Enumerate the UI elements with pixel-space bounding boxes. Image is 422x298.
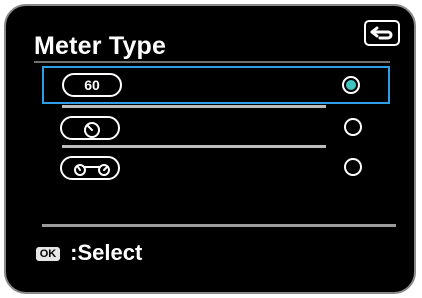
title-divider bbox=[34, 61, 390, 63]
meter-numeric-icon: 60 bbox=[62, 73, 122, 97]
ok-button-icon: OK bbox=[36, 247, 60, 262]
menu-title: Meter Type bbox=[34, 32, 167, 60]
row-divider bbox=[62, 145, 326, 148]
back-return-icon bbox=[370, 26, 393, 40]
footer-divider bbox=[42, 224, 396, 227]
meter-option-dual[interactable] bbox=[42, 150, 390, 188]
meter-option-numeric[interactable]: 60 bbox=[42, 66, 390, 104]
footer-hint: OK :Select bbox=[36, 240, 142, 266]
meter-analog-gauge-icon bbox=[60, 116, 120, 140]
select-label: :Select bbox=[70, 240, 143, 265]
row-divider bbox=[62, 105, 326, 108]
back-button[interactable] bbox=[364, 20, 400, 46]
meter-dual-gauge-icon bbox=[60, 156, 120, 180]
radio-unselected[interactable] bbox=[344, 158, 362, 176]
radio-selected[interactable] bbox=[342, 76, 360, 94]
camera-menu-screen: Meter Type 60 OK:Select bbox=[4, 4, 416, 294]
meter-option-analog[interactable] bbox=[42, 110, 390, 148]
radio-unselected[interactable] bbox=[344, 118, 362, 136]
meter-value-label: 60 bbox=[84, 77, 100, 93]
